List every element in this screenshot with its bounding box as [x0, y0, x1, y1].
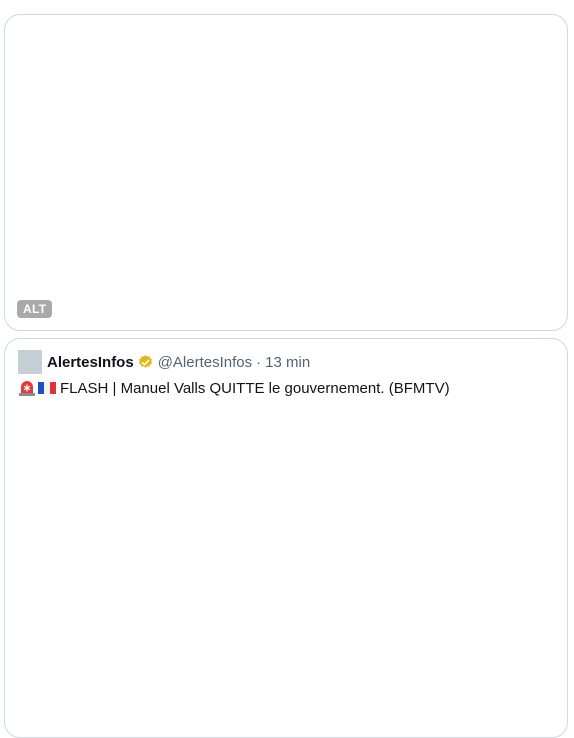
verified-badge-icon	[138, 354, 152, 368]
france-flag-emoji-icon	[38, 382, 56, 394]
avatar[interactable]	[18, 350, 42, 374]
separator-dot: ·	[256, 353, 262, 371]
media-card[interactable]: ALT	[4, 14, 568, 331]
display-name[interactable]: AlertesInfos	[47, 354, 134, 371]
quoted-tweet-text: FLASH | Manuel Valls QUITTE le gouvernem…	[18, 379, 450, 397]
alt-badge[interactable]: ALT	[17, 300, 53, 318]
quoted-tweet-card[interactable]: AlertesInfos @AlertesInfos · 13 min FLAS…	[4, 338, 568, 738]
quoted-tweet-header: AlertesInfos @AlertesInfos · 13 min	[18, 350, 310, 374]
rotating-light-emoji-icon	[19, 381, 35, 396]
tweet-text: FLASH | Manuel Valls QUITTE le gouvernem…	[60, 379, 450, 397]
timestamp[interactable]: 13 min	[265, 354, 310, 371]
user-handle[interactable]: @AlertesInfos	[158, 354, 252, 371]
